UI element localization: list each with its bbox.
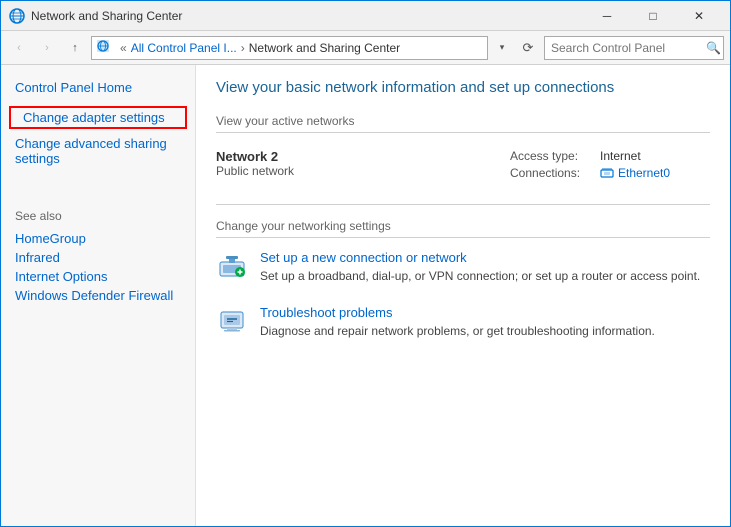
- setup-connection-desc: Set up a broadband, dial-up, or VPN conn…: [260, 268, 700, 285]
- close-button[interactable]: ✕: [676, 1, 722, 31]
- sidebar-item-homegroup[interactable]: HomeGroup: [15, 229, 181, 248]
- troubleshoot-link[interactable]: Troubleshoot problems: [260, 305, 655, 320]
- section-divider: [216, 204, 710, 205]
- up-button[interactable]: ↑: [63, 36, 87, 60]
- active-networks-header: View your active networks: [216, 114, 710, 133]
- setup-connection-link[interactable]: Set up a new connection or network: [260, 250, 700, 265]
- sidebar-item-sharing[interactable]: Change advanced sharing settings: [1, 133, 195, 169]
- network-info-right: Access type: Internet Connections:: [510, 149, 710, 180]
- refresh-button[interactable]: ⟳: [516, 36, 540, 60]
- page-title: View your basic network information and …: [216, 79, 710, 100]
- search-icon: 🔍: [706, 41, 721, 55]
- back-button[interactable]: ‹: [7, 36, 31, 60]
- connection-setup-icon: [216, 250, 248, 282]
- titlebar: Network and Sharing Center ─ □ ✕: [1, 1, 730, 31]
- window-controls: ─ □ ✕: [584, 1, 722, 31]
- window: Network and Sharing Center ─ □ ✕ ‹ › ↑ «…: [0, 0, 731, 527]
- breadcrumb-sep2: ›: [241, 41, 245, 55]
- ethernet-name: Ethernet0: [618, 166, 670, 180]
- ethernet-link[interactable]: Ethernet0: [600, 166, 670, 180]
- access-row: Access type: Internet: [510, 149, 710, 163]
- connection-row: Connections:: [510, 166, 710, 180]
- networking-settings-section: Change your networking settings: [216, 219, 710, 340]
- troubleshoot-desc: Diagnose and repair network problems, or…: [260, 323, 655, 340]
- content-area: View your basic network information and …: [196, 65, 730, 526]
- titlebar-icon: [9, 8, 25, 24]
- sidebar-item-firewall[interactable]: Windows Defender Firewall: [15, 286, 181, 305]
- ethernet-icon: [600, 167, 614, 179]
- search-box[interactable]: 🔍: [544, 36, 724, 60]
- network-type: Public network: [216, 164, 294, 178]
- breadcrumb-current: Network and Sharing Center: [249, 41, 400, 55]
- breadcrumb-item-controlpanel[interactable]: All Control Panel I...: [131, 41, 237, 55]
- connections-label: Connections:: [510, 166, 600, 180]
- breadcrumb-sep1: «: [120, 41, 127, 55]
- active-networks-section: View your active networks Network 2 Publ…: [216, 114, 710, 184]
- addressbar: ‹ › ↑ « All Control Panel I... › Network…: [1, 31, 730, 65]
- sidebar: Control Panel Home Change adapter settin…: [1, 65, 196, 526]
- forward-button[interactable]: ›: [35, 36, 59, 60]
- setting-item-connection: Set up a new connection or network Set u…: [216, 250, 710, 285]
- setting-item-troubleshoot: Troubleshoot problems Diagnose and repai…: [216, 305, 710, 340]
- troubleshoot-icon: [216, 305, 248, 337]
- network-left: Network 2 Public network: [216, 149, 294, 178]
- network-name: Network 2: [216, 149, 294, 164]
- sidebar-item-internet-options[interactable]: Internet Options: [15, 267, 181, 286]
- sidebar-item-home[interactable]: Control Panel Home: [1, 77, 195, 98]
- see-also-label: See also: [15, 209, 181, 223]
- minimize-button[interactable]: ─: [584, 1, 630, 31]
- networking-settings-header: Change your networking settings: [216, 219, 710, 238]
- connection-setup-content: Set up a new connection or network Set u…: [260, 250, 700, 285]
- breadcrumb-dropdown-button[interactable]: ▾: [492, 36, 512, 60]
- troubleshoot-content: Troubleshoot problems Diagnose and repai…: [260, 305, 655, 340]
- see-also-section: See also HomeGroup Infrared Internet Opt…: [1, 209, 195, 305]
- sidebar-item-adapter[interactable]: Change adapter settings: [9, 106, 187, 129]
- network-row: Network 2 Public network Access type: In…: [216, 145, 710, 184]
- maximize-button[interactable]: □: [630, 1, 676, 31]
- window-title: Network and Sharing Center: [31, 9, 584, 23]
- breadcrumb-bar[interactable]: « All Control Panel I... › Network and S…: [91, 36, 488, 60]
- sidebar-item-infrared[interactable]: Infrared: [15, 248, 181, 267]
- breadcrumb-icon: [96, 39, 110, 56]
- access-type-label: Access type:: [510, 149, 600, 163]
- main-area: Control Panel Home Change adapter settin…: [1, 65, 730, 526]
- access-type-value: Internet: [600, 149, 641, 163]
- search-input[interactable]: [551, 41, 706, 55]
